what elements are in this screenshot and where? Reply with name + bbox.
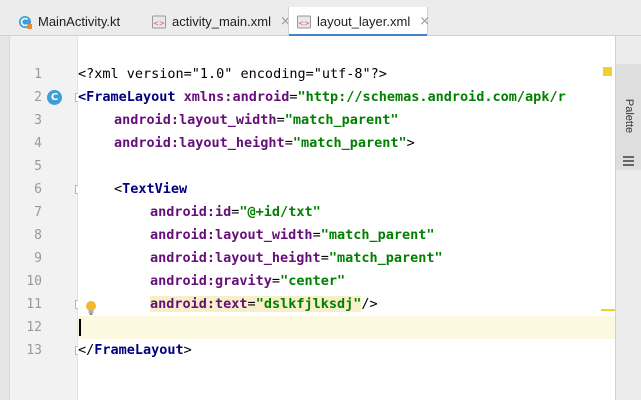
code-line-2: <FrameLayout xmlns:android="http://schem…	[78, 89, 566, 105]
line-number: 5	[34, 159, 42, 174]
warning-status-icon[interactable]	[603, 67, 612, 76]
line-number: 13	[26, 343, 42, 358]
class-gutter-icon[interactable]: C	[47, 90, 62, 105]
tab-label: MainActivity.kt	[38, 14, 121, 29]
lightbulb-icon[interactable]	[85, 300, 97, 320]
current-line-highlight	[78, 316, 615, 339]
line-number: 3	[34, 113, 42, 128]
line-number: 2	[34, 90, 42, 105]
warning-stripe-marker[interactable]	[601, 309, 615, 311]
xml-file-icon: <>	[152, 15, 166, 29]
code-line-4: android:layout_height="match_parent">	[114, 135, 415, 151]
line-number: 6	[34, 182, 42, 197]
line-number: 8	[34, 228, 42, 243]
svg-text:<>: <>	[298, 19, 310, 27]
editor-tab-bar: MainActivity.kt <> activity_main.xml × <…	[0, 0, 641, 37]
code-line-13: </FrameLayout>	[78, 342, 192, 358]
tab-activity-main[interactable]: <> activity_main.xml ×	[152, 7, 291, 36]
code-line-6: <TextView	[114, 181, 188, 197]
tab-label: layout_layer.xml	[317, 14, 411, 29]
code-line-11: android:text="dslkfjlksdj"/>	[150, 296, 378, 312]
code-line-1: <?xml version="1.0" encoding="utf-8"?>	[78, 66, 387, 82]
line-number: 10	[26, 274, 42, 289]
editor-gutter: 1 2 3 4 5 6 7 8 9 10 11 12 13 C	[10, 36, 84, 400]
line-number: 4	[34, 136, 42, 151]
tab-layout-layer[interactable]: <> layout_layer.xml ×	[288, 7, 430, 37]
tab-mainactivity[interactable]: MainActivity.kt	[18, 7, 120, 36]
line-number: 11	[26, 297, 42, 312]
xml-file-icon: <>	[297, 15, 311, 29]
code-line-7: android:id="@+id/txt"	[150, 204, 321, 220]
line-number: 1	[34, 67, 42, 82]
text-cursor	[79, 319, 81, 336]
close-icon[interactable]: ×	[419, 14, 430, 29]
line-number: 7	[34, 205, 42, 220]
code-line-8: android:layout_width="match_parent"	[150, 227, 435, 243]
palette-icon	[623, 152, 634, 171]
code-line-9: android:layout_height="match_parent"	[150, 250, 443, 266]
kotlin-class-icon	[18, 15, 32, 29]
code-editor[interactable]: <?xml version="1.0" encoding="utf-8"?> <…	[78, 36, 615, 400]
line-number: 9	[34, 251, 42, 266]
tab-label: activity_main.xml	[172, 14, 271, 29]
palette-label: Palette	[623, 98, 635, 134]
line-number: 12	[26, 320, 42, 335]
svg-text:<>: <>	[153, 19, 165, 27]
code-line-3: android:layout_width="match_parent"	[114, 112, 399, 128]
code-line-10: android:gravity="center"	[150, 273, 346, 289]
palette-tool-tab[interactable]: Palette	[616, 64, 641, 170]
left-tool-strip	[0, 0, 10, 400]
palette-side-panel: Palette	[615, 36, 641, 400]
